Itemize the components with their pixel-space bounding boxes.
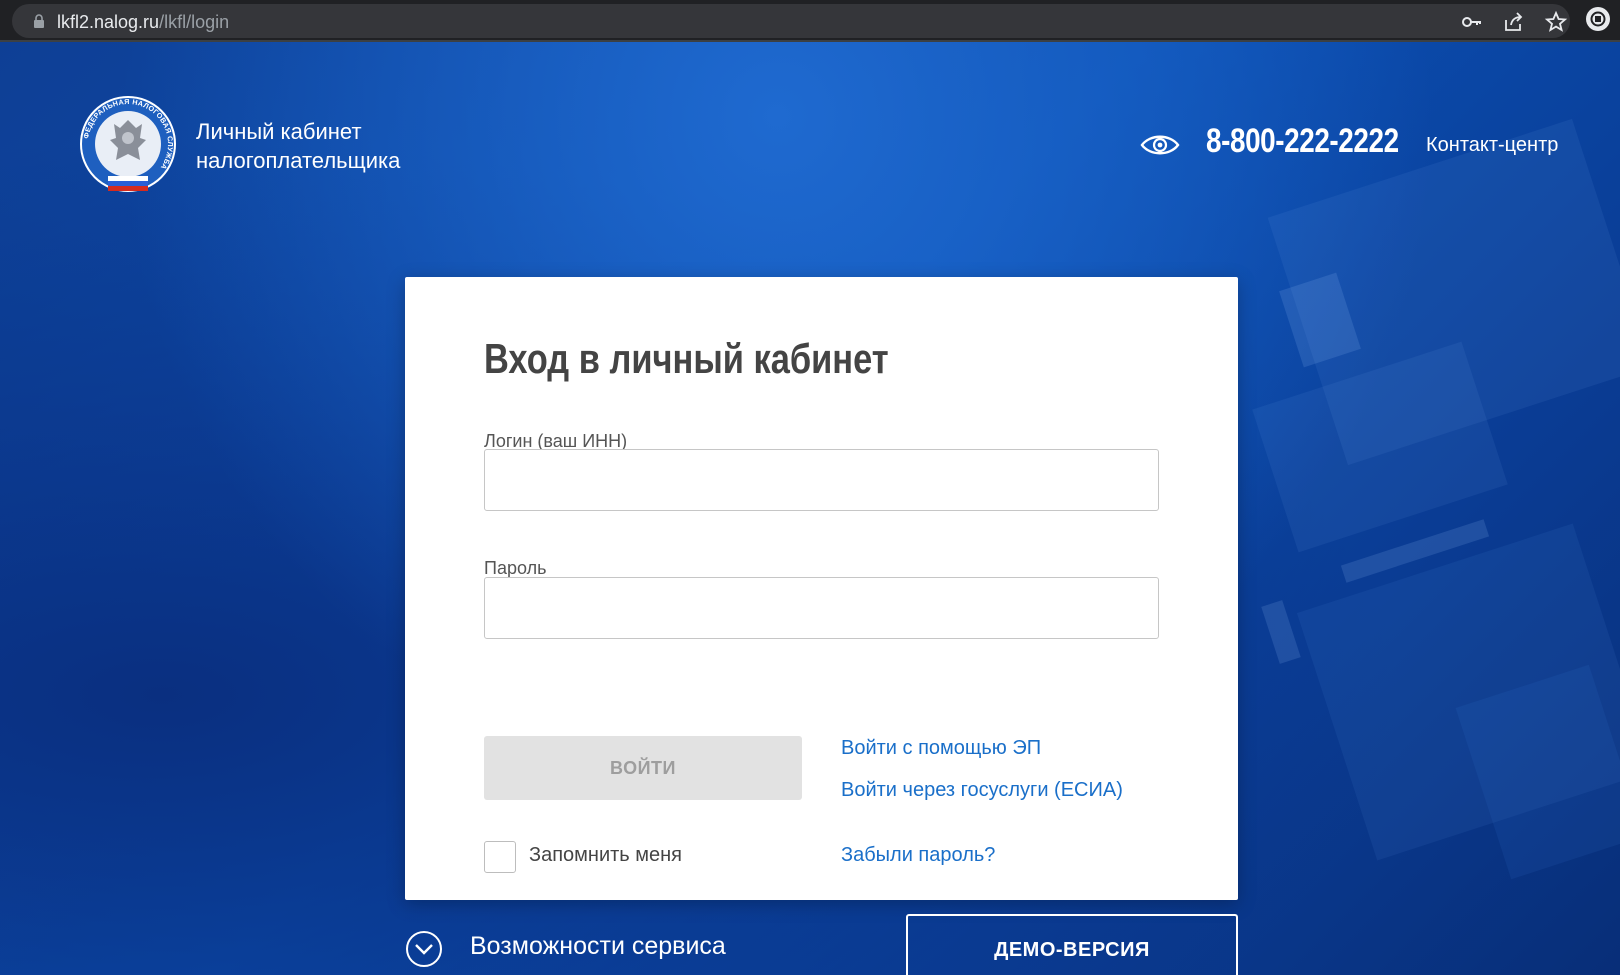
brand-title[interactable]: Личный кабинет налогоплательщика xyxy=(196,117,400,175)
extension-icon[interactable] xyxy=(1586,7,1610,31)
password-input[interactable] xyxy=(484,577,1159,639)
contact-center-link[interactable]: Контакт-центр xyxy=(1426,134,1558,157)
star-icon[interactable] xyxy=(1544,10,1568,34)
lock-icon[interactable] xyxy=(32,13,46,29)
page-background: ФЕДЕРАЛЬНАЯ НАЛОГОВАЯ СЛУЖБА Личный каби… xyxy=(0,42,1620,975)
login-card: Вход в личный кабинет Логин (ваш ИНН) Па… xyxy=(405,277,1238,900)
service-features-toggle[interactable]: Возможности сервиса xyxy=(470,932,726,961)
browser-toolbar: lkfl2.nalog.ru/lkfl/login xyxy=(0,0,1620,42)
url-host: lkfl2.nalog.ru xyxy=(57,12,160,32)
remember-me-checkbox[interactable] xyxy=(484,841,516,873)
chevron-down-icon[interactable] xyxy=(405,930,443,968)
brand-line-1: Личный кабинет xyxy=(196,119,362,144)
brand-line-2: налогоплательщика xyxy=(196,148,401,173)
eye-icon[interactable] xyxy=(1140,132,1180,158)
address-bar[interactable]: lkfl2.nalog.ru/lkfl/login xyxy=(12,4,1570,38)
key-icon[interactable] xyxy=(1460,10,1484,34)
share-icon[interactable] xyxy=(1502,10,1526,34)
fns-logo[interactable]: ФЕДЕРАЛЬНАЯ НАЛОГОВАЯ СЛУЖБА xyxy=(78,94,178,194)
phone-number[interactable]: 8-800-222-2222 xyxy=(1206,122,1399,161)
login-button[interactable]: ВОЙТИ xyxy=(484,736,802,800)
url-path: /lkfl/login xyxy=(159,12,230,32)
ep-login-link[interactable]: Войти с помощью ЭП xyxy=(841,737,1041,760)
remember-me-label[interactable]: Запомнить меня xyxy=(529,844,682,867)
demo-version-button[interactable]: ДЕМО-ВЕРСИЯ xyxy=(906,914,1238,975)
login-input[interactable] xyxy=(484,449,1159,511)
url-text[interactable]: lkfl2.nalog.ru/lkfl/login xyxy=(57,12,229,33)
password-label: Пароль xyxy=(484,558,547,578)
page-title: Вход в личный кабинет xyxy=(484,335,889,382)
forgot-password-link[interactable]: Забыли пароль? xyxy=(841,844,995,867)
esia-login-link[interactable]: Войти через госуслуги (ЕСИА) xyxy=(841,779,1123,802)
